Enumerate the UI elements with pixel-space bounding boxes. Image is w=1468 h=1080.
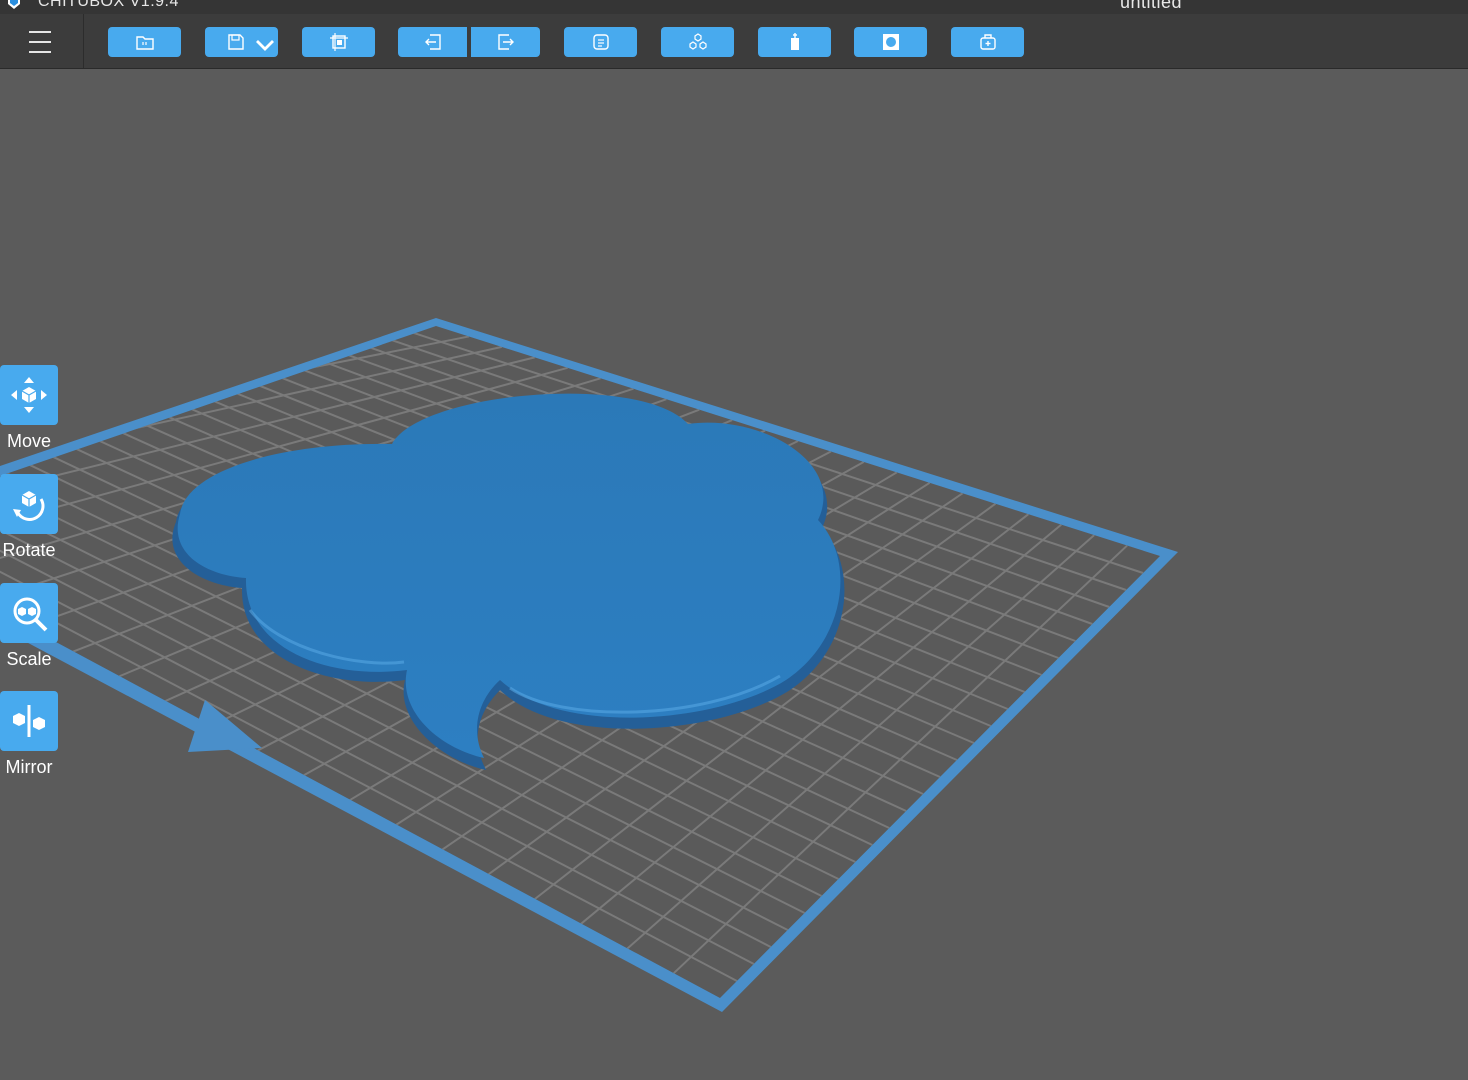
multi-model-button[interactable] bbox=[661, 27, 734, 57]
scale-tool[interactable]: Scale bbox=[0, 583, 60, 670]
undo-icon bbox=[424, 34, 441, 50]
mirror-tool[interactable]: Mirror bbox=[0, 691, 60, 778]
open-folder-icon bbox=[135, 36, 154, 50]
undo-button[interactable] bbox=[398, 27, 467, 57]
auto-layout-icon bbox=[329, 33, 348, 51]
rotate-tool[interactable]: Rotate bbox=[0, 474, 60, 561]
move-tool[interactable]: Move bbox=[0, 365, 60, 452]
3d-viewport[interactable]: Move Rotate Scale Mirror bbox=[0, 69, 1468, 1080]
menu-line bbox=[29, 31, 51, 33]
rotate-icon bbox=[13, 491, 45, 521]
rotate-tool-tile[interactable] bbox=[0, 474, 58, 534]
redo-button[interactable] bbox=[471, 27, 540, 57]
hollow-button[interactable] bbox=[854, 27, 927, 57]
move-icon bbox=[11, 377, 47, 413]
app-logo-icon bbox=[8, 0, 20, 9]
main-toolbar bbox=[0, 14, 1468, 69]
scene-render bbox=[0, 318, 1178, 1012]
mirror-icon bbox=[13, 705, 45, 737]
save-icon bbox=[227, 34, 244, 50]
open-file-button[interactable] bbox=[108, 27, 181, 57]
drill-button[interactable] bbox=[951, 27, 1024, 57]
move-tool-tile[interactable] bbox=[0, 365, 58, 425]
drill-icon bbox=[979, 34, 996, 50]
scale-tool-label: Scale bbox=[6, 649, 52, 669]
chevron-down-icon[interactable] bbox=[255, 35, 275, 55]
cubes-icon bbox=[688, 33, 707, 50]
app-title: CHITUBOX V1.9.4 bbox=[38, 0, 179, 10]
scale-tool-tile[interactable] bbox=[0, 583, 58, 643]
menu-line bbox=[29, 51, 51, 53]
mirror-tool-tile[interactable] bbox=[0, 691, 58, 751]
document-title: untitled bbox=[1120, 0, 1183, 12]
scale-icon bbox=[13, 597, 48, 632]
support-button[interactable] bbox=[758, 27, 831, 57]
hamburger-menu-button[interactable] bbox=[22, 28, 58, 54]
mirror-tool-label: Mirror bbox=[5, 757, 53, 777]
save-button[interactable] bbox=[205, 27, 278, 57]
settings-doc-icon bbox=[592, 34, 609, 50]
title-bar: CHITUBOX V1.9.4 untitled bbox=[0, 0, 1468, 14]
rotate-tool-label: Rotate bbox=[2, 540, 56, 560]
move-tool-label: Move bbox=[6, 431, 51, 451]
menu-line bbox=[29, 41, 51, 43]
toolbar-divider bbox=[83, 14, 84, 68]
auto-layout-button[interactable] bbox=[302, 27, 375, 57]
hollow-icon bbox=[882, 34, 899, 50]
redo-icon bbox=[497, 34, 514, 50]
print-settings-button[interactable] bbox=[564, 27, 637, 57]
support-icon bbox=[790, 33, 799, 50]
